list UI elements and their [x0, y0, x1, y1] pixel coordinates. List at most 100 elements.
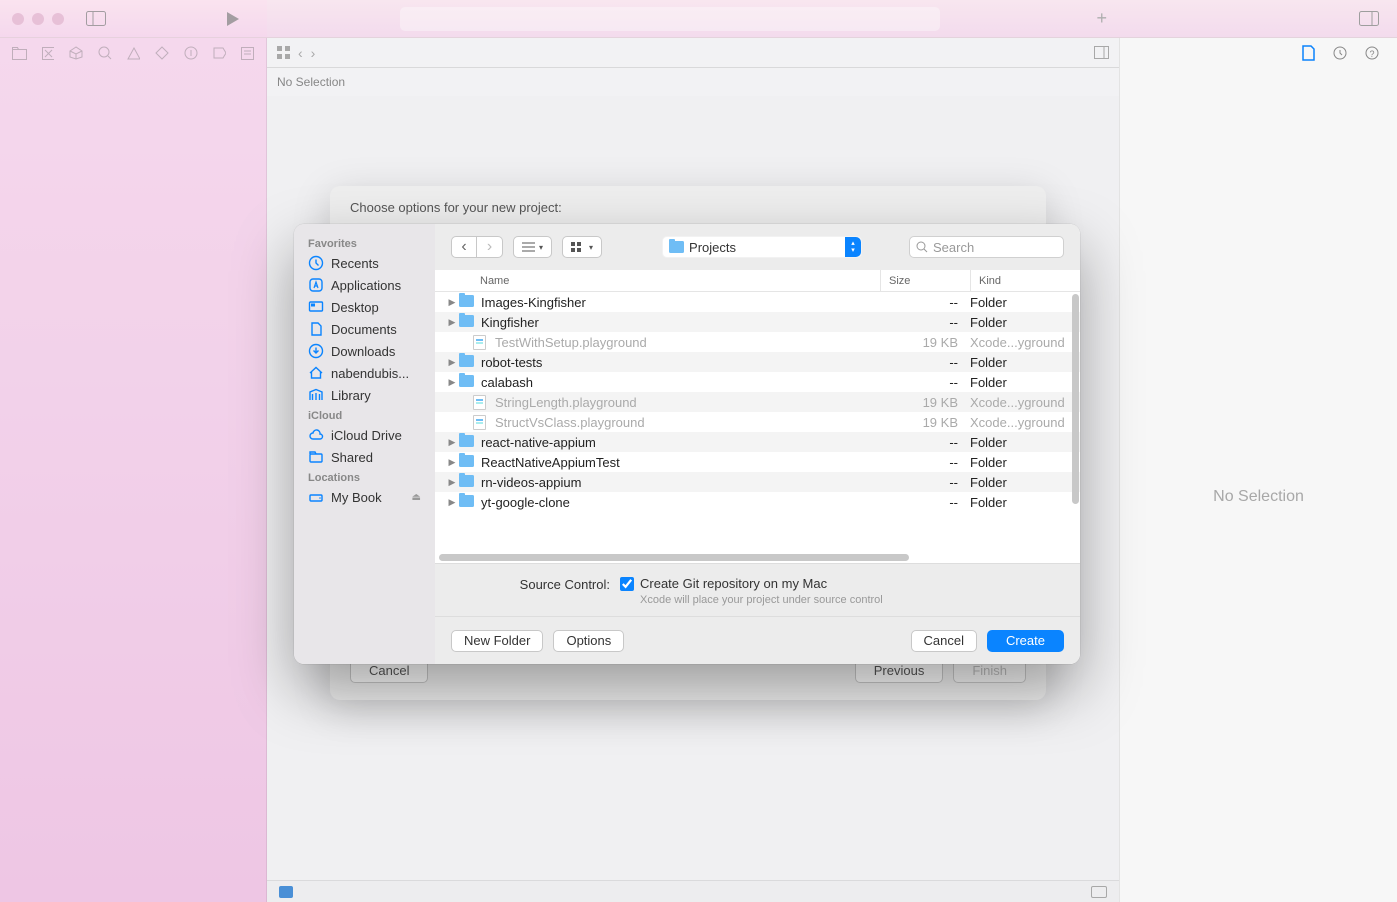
git-checkbox-input[interactable] — [620, 577, 634, 591]
playground-icon — [473, 395, 486, 410]
source-control-nav-icon[interactable] — [42, 47, 55, 60]
horizontal-scrollbar[interactable] — [439, 554, 909, 561]
layout-icon[interactable] — [1091, 886, 1107, 898]
add-button-icon[interactable]: + — [1096, 8, 1107, 29]
navigator-pane — [0, 38, 267, 902]
history-inspector-icon[interactable] — [1333, 46, 1347, 60]
save-dialog: FavoritesRecentsApplicationsDesktopDocum… — [294, 224, 1080, 664]
eject-icon[interactable]: ⏏ — [412, 492, 421, 503]
doc-icon — [308, 321, 324, 337]
stepper-icon[interactable]: ▴▾ — [845, 237, 861, 257]
sidebar-item-label: Applications — [331, 278, 401, 293]
nav-forward-icon[interactable]: › — [311, 45, 316, 61]
source-control-section: Source Control: Create Git repository on… — [435, 563, 1080, 616]
project-nav-icon[interactable] — [12, 47, 27, 60]
column-size[interactable]: Size — [880, 270, 970, 291]
sidebar-item-label: nabendubis... — [331, 366, 409, 381]
run-button-icon[interactable] — [226, 11, 240, 27]
navigator-tabs[interactable] — [0, 38, 266, 68]
disclosure-icon[interactable]: ▶ — [445, 357, 459, 368]
file-row[interactable]: ▶yt-google-clone--Folder — [435, 492, 1080, 512]
sidebar-item[interactable]: Documents — [294, 318, 435, 340]
related-items-icon[interactable] — [277, 46, 290, 59]
file-inspector-icon[interactable] — [1302, 45, 1315, 61]
folder-icon — [459, 435, 474, 447]
issue-nav-icon[interactable] — [127, 47, 141, 60]
file-size: -- — [880, 355, 970, 370]
inspector-tabs[interactable]: ? — [1120, 38, 1397, 68]
file-size: -- — [880, 295, 970, 310]
disclosure-icon[interactable]: ▶ — [445, 497, 459, 508]
disclosure-icon[interactable]: ▶ — [445, 437, 459, 448]
git-checkbox[interactable]: Create Git repository on my Mac — [620, 576, 827, 591]
view-mode-button[interactable]: ▾ — [513, 236, 552, 258]
sidebar-item[interactable]: Shared — [294, 446, 435, 468]
file-row[interactable]: ▶calabash--Folder — [435, 372, 1080, 392]
filter-icon[interactable] — [279, 886, 293, 898]
file-name: calabash — [479, 375, 880, 390]
sidebar-item[interactable]: My Book⏏ — [294, 486, 435, 508]
cancel-button[interactable]: Cancel — [911, 630, 977, 652]
disclosure-icon[interactable]: ▶ — [445, 317, 459, 328]
file-list-header[interactable]: Name Size Kind — [435, 270, 1080, 292]
sidebar-item[interactable]: Downloads — [294, 340, 435, 362]
sidebar-item[interactable]: iCloud Drive — [294, 424, 435, 446]
sidebar-item[interactable]: Desktop — [294, 296, 435, 318]
create-button[interactable]: Create — [987, 630, 1064, 652]
sidebar-item[interactable]: Applications — [294, 274, 435, 296]
editor-jumpbar[interactable]: ‹ › — [267, 38, 1119, 68]
file-name: react-native-appium — [479, 435, 880, 450]
find-nav-icon[interactable] — [98, 46, 112, 60]
new-folder-button[interactable]: New Folder — [451, 630, 543, 652]
debug-nav-icon[interactable] — [184, 46, 198, 60]
file-row[interactable]: ▶Kingfisher--Folder — [435, 312, 1080, 332]
file-name: StringLength.playground — [493, 395, 880, 410]
disclosure-icon[interactable]: ▶ — [445, 297, 459, 308]
sidebar-toggle-icon[interactable] — [86, 11, 106, 26]
file-kind: Xcode...yground — [970, 395, 1080, 410]
sidebar-item-label: Documents — [331, 322, 397, 337]
app-icon — [308, 277, 324, 293]
test-nav-icon[interactable] — [155, 46, 169, 60]
file-kind: Xcode...yground — [970, 335, 1080, 350]
symbol-nav-icon[interactable] — [69, 46, 83, 60]
svg-text:?: ? — [1369, 49, 1374, 59]
file-name: yt-google-clone — [479, 495, 880, 510]
panel-toggle-icon[interactable] — [1359, 11, 1379, 26]
report-nav-icon[interactable] — [241, 47, 254, 60]
disclosure-icon[interactable]: ▶ — [445, 477, 459, 488]
nav-back-icon[interactable]: ‹ — [298, 45, 303, 61]
file-kind: Xcode...yground — [970, 415, 1080, 430]
disclosure-icon[interactable]: ▶ — [445, 457, 459, 468]
search-input[interactable]: Search — [909, 236, 1064, 258]
file-row[interactable]: ▶react-native-appium--Folder — [435, 432, 1080, 452]
location-popup[interactable]: Projects ▴▾ — [662, 236, 862, 258]
window-controls[interactable] — [12, 13, 64, 25]
disk-icon — [308, 489, 324, 505]
file-row[interactable]: ▶rn-videos-appium--Folder — [435, 472, 1080, 492]
back-button[interactable]: ‹ — [451, 236, 477, 258]
vertical-scrollbar[interactable] — [1072, 294, 1079, 504]
editor-status: No Selection — [267, 68, 1119, 96]
file-kind: Folder — [970, 295, 1080, 310]
column-kind[interactable]: Kind — [970, 270, 1080, 291]
file-row[interactable]: ▶Images-Kingfisher--Folder — [435, 292, 1080, 312]
file-kind: Folder — [970, 355, 1080, 370]
sidebar-item[interactable]: Recents — [294, 252, 435, 274]
folder-icon — [459, 495, 474, 507]
file-row[interactable]: ▶ReactNativeAppiumTest--Folder — [435, 452, 1080, 472]
file-row[interactable]: ▶robot-tests--Folder — [435, 352, 1080, 372]
sidebar-item[interactable]: Library — [294, 384, 435, 406]
file-name: TestWithSetup.playground — [493, 335, 880, 350]
sidebar-item-label: iCloud Drive — [331, 428, 402, 443]
disclosure-icon[interactable]: ▶ — [445, 377, 459, 388]
group-by-button[interactable]: ▾ — [562, 236, 602, 258]
file-size: 19 KB — [880, 415, 970, 430]
file-list[interactable]: ▶Images-Kingfisher--Folder▶Kingfisher--F… — [435, 292, 1080, 563]
breakpoint-nav-icon[interactable] — [213, 47, 227, 59]
options-button[interactable]: Options — [553, 630, 624, 652]
column-name[interactable]: Name — [435, 270, 880, 291]
sidebar-item[interactable]: nabendubis... — [294, 362, 435, 384]
help-inspector-icon[interactable]: ? — [1365, 46, 1379, 60]
editor-options-icon[interactable] — [1094, 46, 1109, 59]
